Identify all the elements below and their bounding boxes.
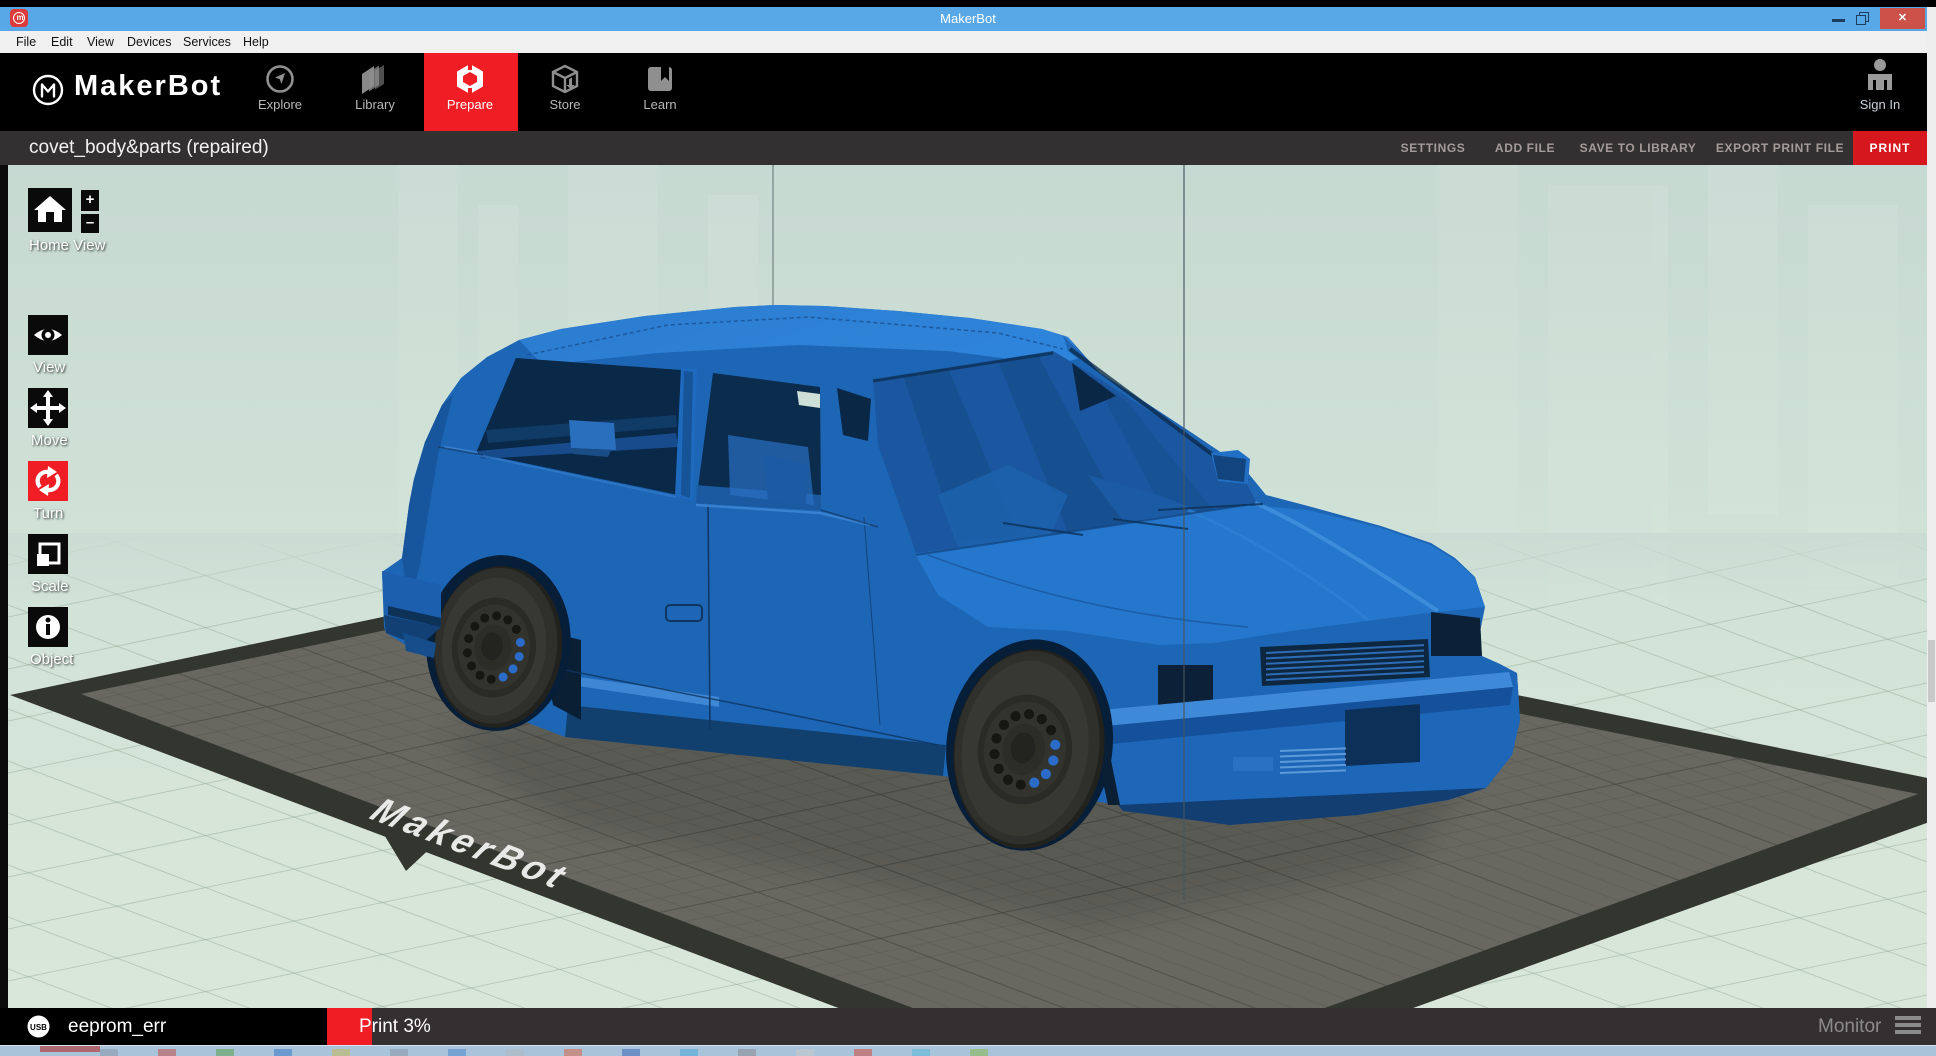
svg-text:USB: USB [30,1023,47,1032]
